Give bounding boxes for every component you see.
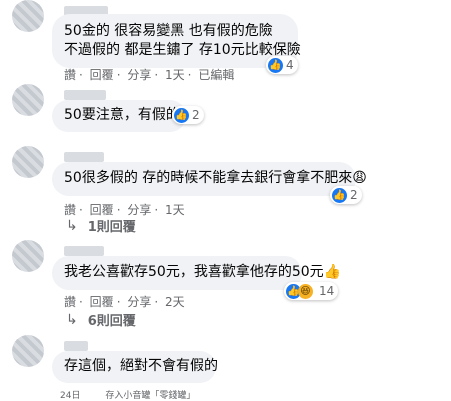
reply-arrow-icon: ↳ [66, 311, 78, 328]
reaction-summary[interactable]: 👍 😆 14 [284, 282, 339, 300]
comment-text-line: 50很多假的 存的時候不能拿去銀行會拿不肥來😩 [64, 170, 367, 186]
share-link[interactable]: 分享 [127, 203, 151, 217]
avatar[interactable] [12, 146, 44, 178]
comment-text-line: 50要注意，有假的 [64, 107, 180, 123]
comment-actions: 讚 · 回覆 · 分享 · 1天 · 已編輯 [64, 68, 235, 82]
avatar[interactable] [12, 0, 44, 32]
reaction-summary[interactable]: 👍 2 [330, 186, 362, 204]
timestamp[interactable]: 1天 [165, 203, 185, 217]
edited-label: 已編輯 [198, 68, 235, 82]
avatar[interactable] [12, 335, 44, 367]
reaction-summary[interactable]: 👍 2 [172, 106, 204, 124]
replies-count: 1則回覆 [87, 220, 136, 235]
reaction-summary[interactable]: 👍 4 [266, 56, 298, 74]
timestamp[interactable]: 1天 [165, 68, 185, 82]
reply-link[interactable]: 回覆 [90, 68, 114, 82]
reply-link[interactable]: 回覆 [90, 295, 114, 309]
partial-caption: 存入小音罐「零錢罐」 [105, 391, 196, 401]
comment-bubble: 50很多假的 存的時候不能拿去銀行會拿不肥來😩 [52, 162, 367, 196]
comment-text-line: 50金的 很容易變黑 也有假的危險 [64, 23, 273, 39]
avatar[interactable] [12, 84, 44, 116]
view-replies-link[interactable]: ↳ 6則回覆 [66, 310, 136, 330]
reaction-count: 4 [286, 58, 294, 72]
thumbs-up-icon: 👍 [332, 187, 347, 203]
commenter-name[interactable] [64, 246, 104, 256]
share-link[interactable]: 分享 [127, 68, 151, 82]
reply-link[interactable]: 回覆 [90, 203, 114, 217]
avatar[interactable] [12, 240, 44, 272]
reply-arrow-icon: ↳ [66, 217, 78, 234]
replies-count: 6則回覆 [87, 314, 136, 329]
like-link[interactable]: 讚 [64, 68, 76, 82]
comment-text-line: 不過假的 都是生鏽了 存10元比較保險 [64, 42, 301, 58]
comment-actions: 讚 · 回覆 · 分享 · 2天 [64, 295, 185, 309]
like-link[interactable]: 讚 [64, 295, 76, 309]
comment-bubble: 50金的 很容易變黑 也有假的危險 不過假的 都是生鏽了 存10元比較保險 [52, 14, 301, 68]
timestamp[interactable]: 2天 [165, 295, 185, 309]
partial-date: 24日 [60, 391, 81, 401]
view-replies-link[interactable]: ↳ 1則回覆 [66, 216, 136, 236]
comment-bubble: 存這個，絕對不會有假的 [52, 351, 218, 383]
comment-text-line: 存這個，絕對不會有假的 [64, 358, 218, 374]
commenter-name[interactable] [64, 341, 88, 351]
thumbs-up-icon: 👍 [174, 107, 189, 123]
comment-bubble: 我老公喜歡存50元，我喜歡拿他存的50元👍 [52, 256, 342, 290]
reaction-count: 2 [192, 108, 200, 122]
share-link[interactable]: 分享 [127, 295, 151, 309]
thumbs-up-icon: 👍 [268, 57, 283, 73]
commenter-name[interactable] [64, 152, 104, 162]
haha-icon: 😆 [298, 283, 313, 299]
partial-next-row: 24日 存入小音罐「零錢罐」 [60, 388, 195, 401]
reaction-count: 14 [319, 284, 335, 298]
comment-text-line: 我老公喜歡存50元，我喜歡拿他存的50元👍 [64, 264, 342, 280]
like-link[interactable]: 讚 [64, 203, 76, 217]
commenter-name[interactable] [64, 90, 106, 100]
comment-bubble: 50要注意，有假的 [52, 100, 186, 132]
reaction-count: 2 [350, 188, 358, 202]
